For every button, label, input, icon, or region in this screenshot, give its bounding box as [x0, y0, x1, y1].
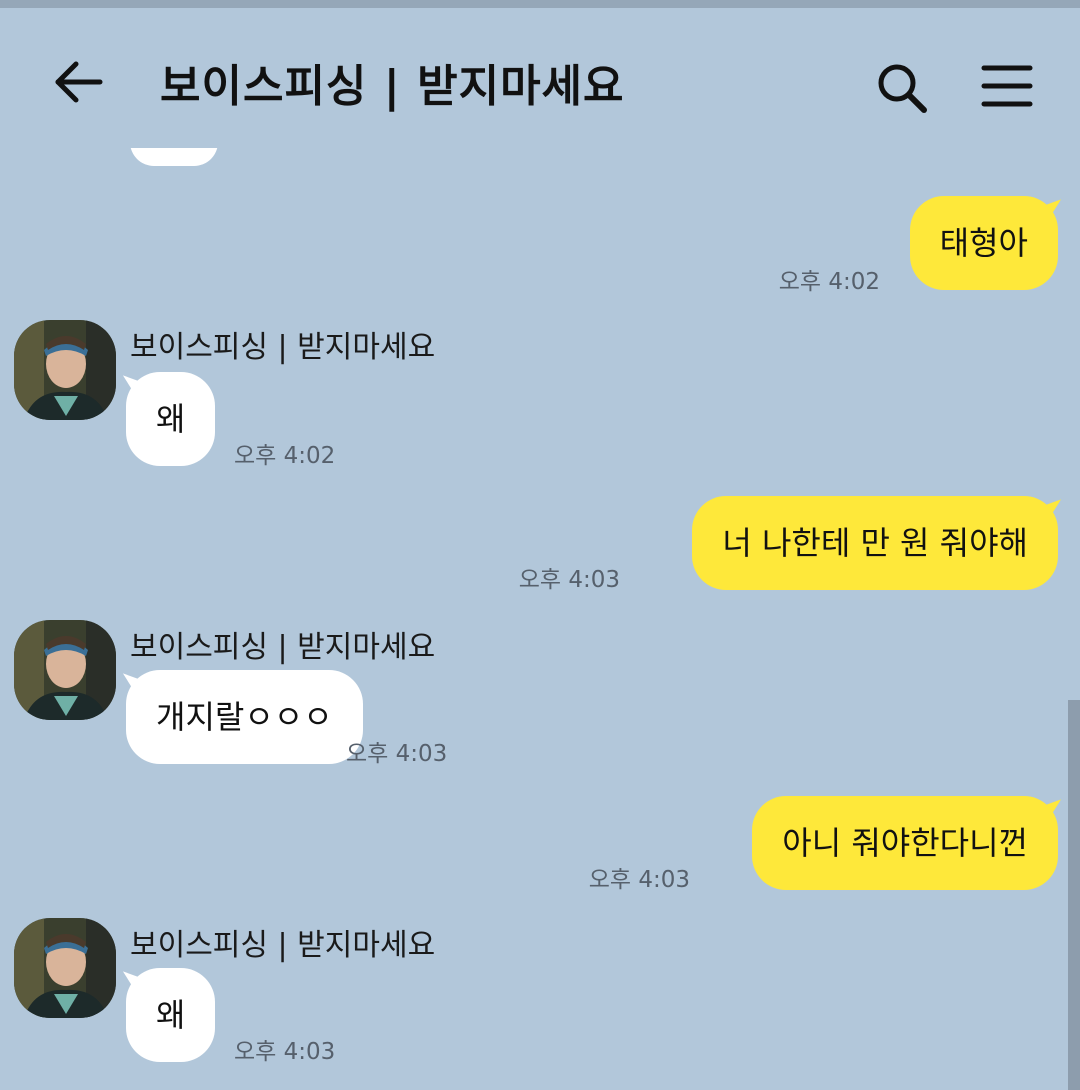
my-message-bubble[interactable]: 아니 줘야한다니껀: [752, 796, 1058, 890]
avatar[interactable]: [14, 918, 116, 1018]
search-icon: [878, 64, 927, 113]
my-message-bubble[interactable]: 너 나한테 만 원 줘야해: [692, 496, 1058, 590]
message-text: 왜: [156, 400, 186, 438]
message-time: 오후 4:02: [234, 443, 336, 469]
their-message-bubble[interactable]: 왜: [126, 372, 216, 466]
message-time: 오후 4:03: [588, 867, 690, 893]
message-time: 오후 4:03: [234, 1039, 336, 1065]
scrollbar[interactable]: [1068, 700, 1080, 1090]
sender-name: 보이스피싱 | 받지마세요: [130, 630, 436, 665]
back-button[interactable]: [50, 56, 106, 108]
avatar[interactable]: [14, 620, 116, 720]
chat-title: 보이스피싱 | 받지마세요: [160, 61, 625, 112]
their-message-bubble[interactable]: 왜: [126, 968, 216, 1062]
avatar[interactable]: [14, 320, 116, 420]
message-text: 개지랄ㅇㅇㅇ: [156, 698, 333, 736]
message-time: 오후 4:03: [346, 741, 448, 767]
profile-photo: [14, 918, 116, 1018]
sender-name: 보이스피싱 | 받지마세요: [130, 928, 436, 963]
chat-header: 보이스피싱 | 받지마세요: [0, 8, 1080, 148]
message-text: 너 나한테 만 원 줘야해: [722, 524, 1028, 562]
message-text: 아니 줘야한다니껀: [782, 824, 1028, 862]
arrow-left-icon: [55, 61, 103, 103]
search-button[interactable]: [874, 60, 930, 116]
status-strip: [0, 0, 1080, 8]
message-time: 오후 4:03: [518, 567, 620, 593]
partial-message-bubble: [130, 148, 218, 166]
their-message-bubble[interactable]: 개지랄ㅇㅇㅇ: [126, 670, 363, 764]
profile-photo: [14, 620, 116, 720]
profile-photo: [14, 320, 116, 420]
message-text: 왜: [156, 996, 186, 1034]
message-time: 오후 4:02: [778, 269, 880, 295]
message-text: 태형아: [939, 224, 1028, 262]
menu-button[interactable]: [980, 62, 1034, 110]
message-list[interactable]: 태형아 오후 4:02 보이스피싱 | 받지마세요 왜 오후 4:02 너 나한…: [0, 148, 1080, 1090]
sender-name: 보이스피싱 | 받지마세요: [130, 330, 436, 365]
my-message-bubble[interactable]: 태형아: [909, 196, 1058, 290]
menu-icon: [981, 65, 1033, 107]
